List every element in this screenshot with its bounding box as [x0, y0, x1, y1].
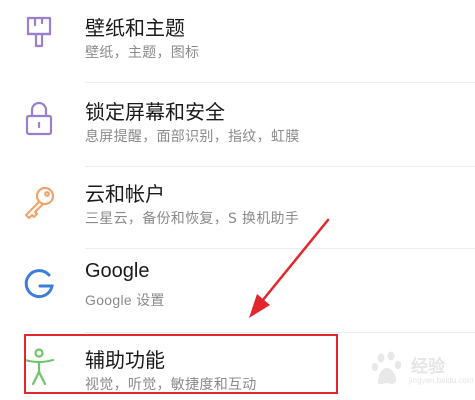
lock-icon [18, 98, 60, 140]
divider [85, 332, 475, 333]
settings-item-subtitle: 三星云，备份和恢复，S 换机助手 [85, 211, 300, 227]
settings-item-title: 云和帐户 [85, 182, 165, 206]
watermark: 经验 jingyan.baidu.com [369, 348, 473, 394]
settings-item-title: 壁纸和主题 [85, 16, 185, 40]
settings-item-cloud-accounts[interactable]: 云和帐户 三星云，备份和恢复，S 换机助手 [0, 168, 475, 250]
divider [85, 82, 475, 83]
baidu-paw-logo [371, 351, 402, 385]
watermark-text: 经验 [411, 357, 445, 377]
google-icon [18, 264, 60, 306]
paintbrush-icon [18, 12, 60, 54]
settings-item-subtitle: Google 设置 [85, 292, 165, 308]
divider [85, 166, 475, 167]
settings-item-title: Google [85, 260, 150, 282]
settings-screen: 壁纸和主题 壁纸，主题，图标 锁定屏幕和安全 息屏提醒，面部识别，指纹，虹膜 云… [0, 0, 475, 400]
settings-item-title: 锁定屏幕和安全 [85, 100, 225, 124]
watermark-subtext: jingyan.baidu.com [409, 376, 474, 385]
settings-item-subtitle: 息屏提醒，面部识别，指纹，虹膜 [85, 129, 300, 145]
settings-item-google[interactable]: Google Google 设置 [0, 250, 475, 332]
settings-item-lock-screen-security[interactable]: 锁定屏幕和安全 息屏提醒，面部识别，指纹，虹膜 [0, 84, 475, 166]
key-icon [18, 182, 60, 224]
highlight-box [24, 334, 338, 394]
settings-item-subtitle: 壁纸，主题，图标 [85, 45, 200, 61]
settings-item-wallpaper-themes[interactable]: 壁纸和主题 壁纸，主题，图标 [0, 0, 475, 82]
divider [85, 248, 475, 249]
